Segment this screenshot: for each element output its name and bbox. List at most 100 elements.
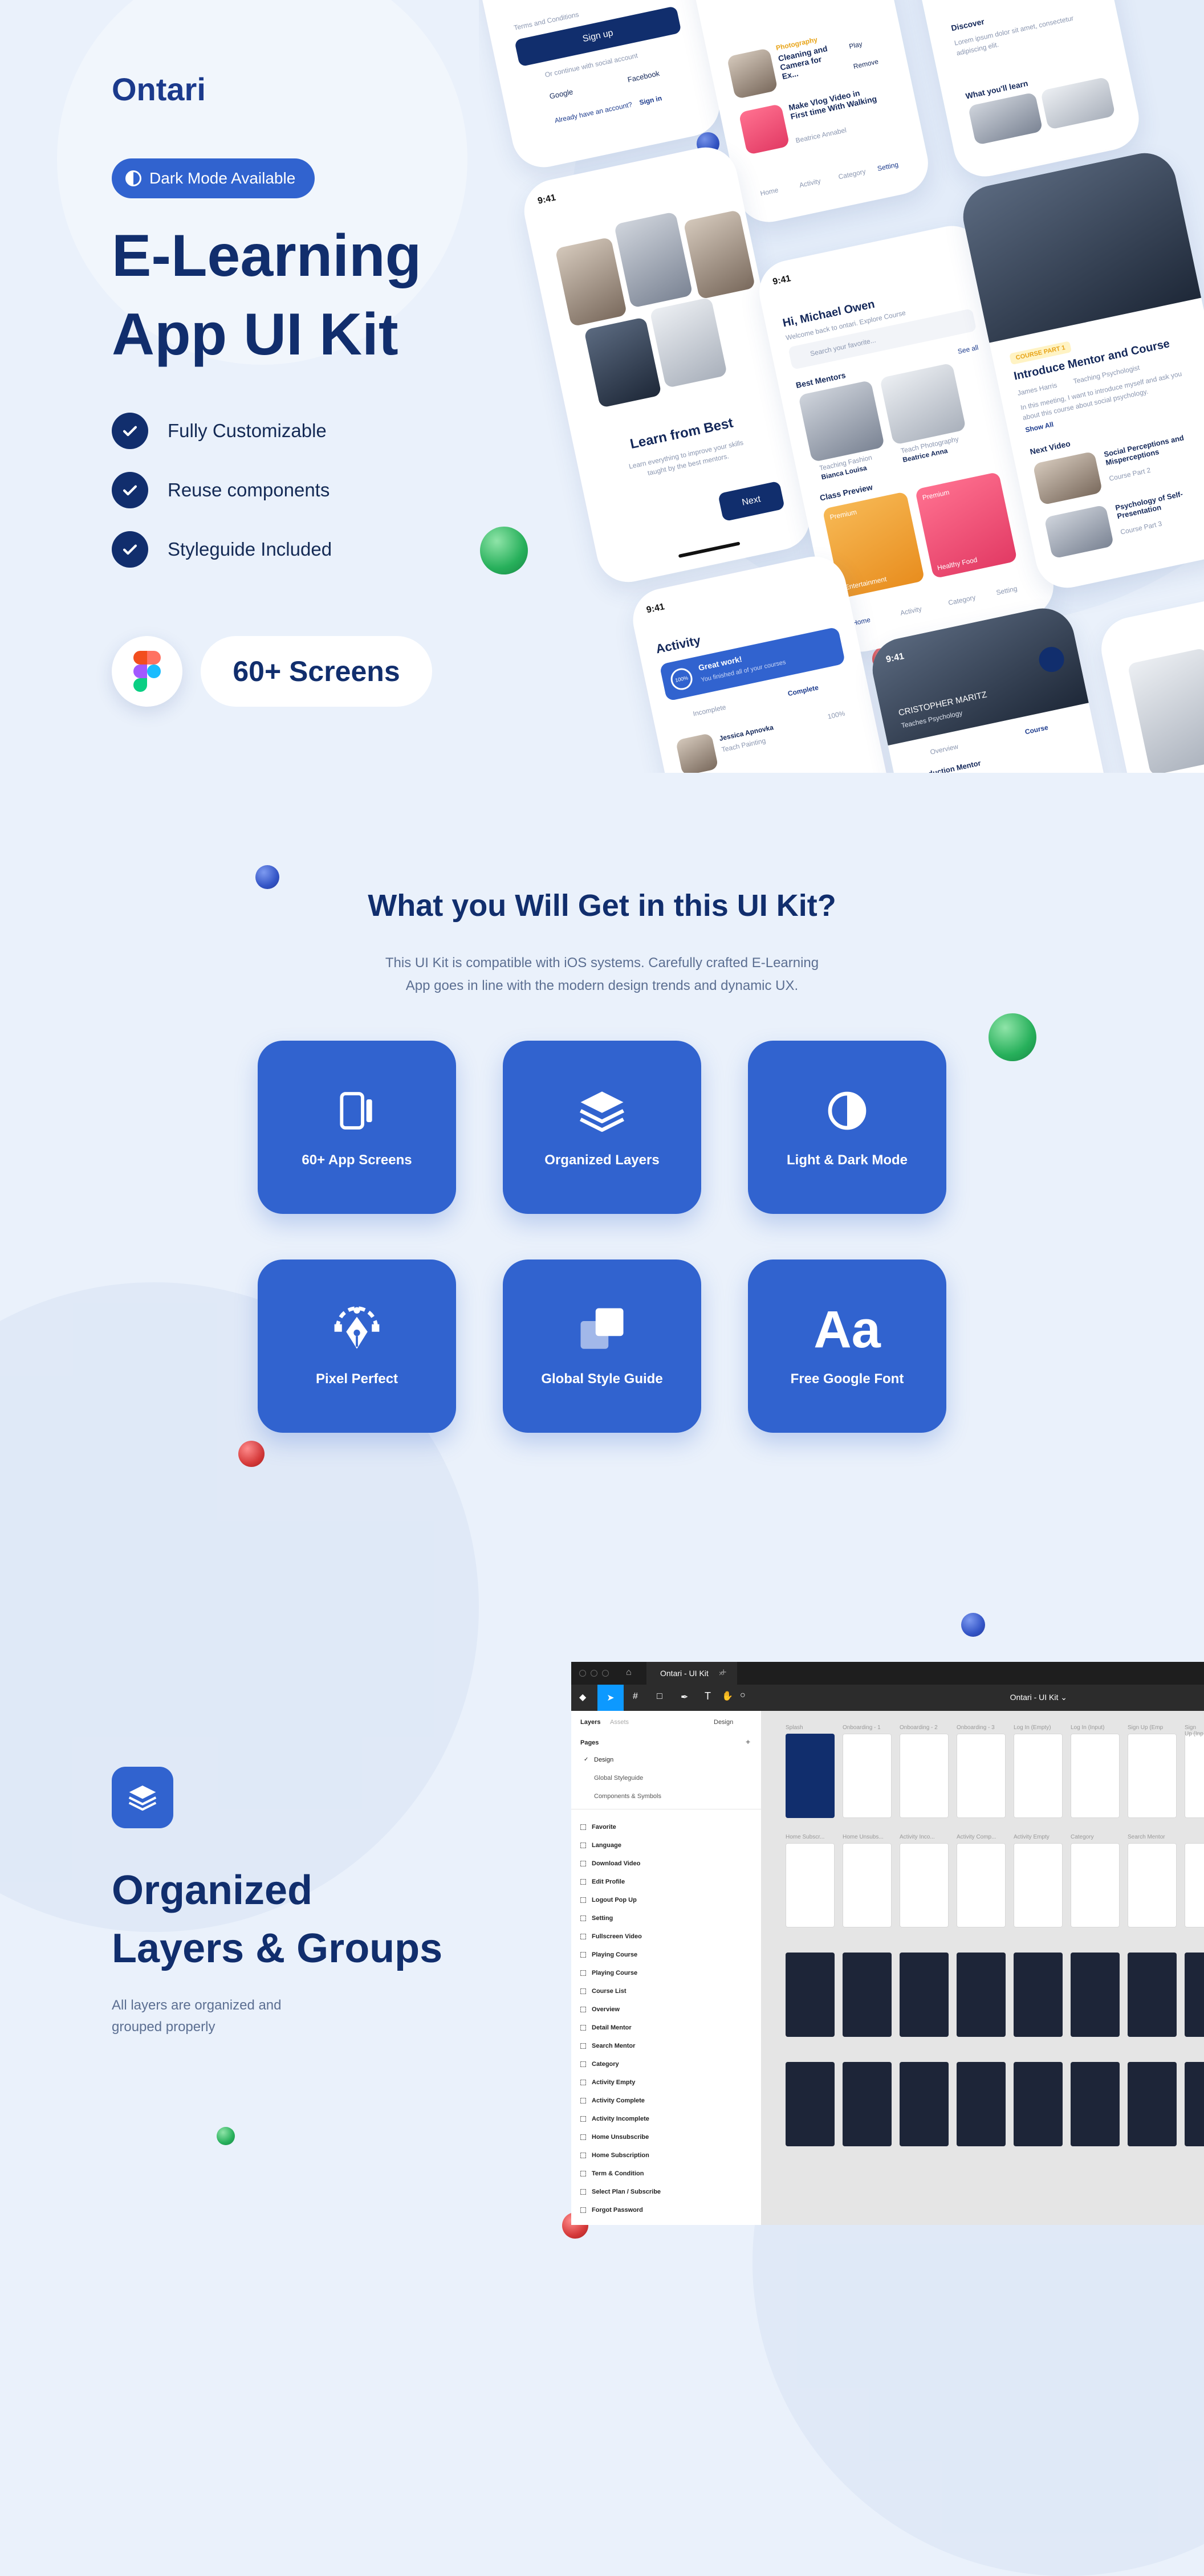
screen-frame[interactable] — [843, 2062, 892, 2146]
screen-frame[interactable] — [900, 1953, 949, 2037]
layer-item[interactable]: Activity Complete — [580, 2097, 645, 2104]
screen-frame[interactable] — [843, 1843, 892, 1927]
facebook-button[interactable]: Facebook — [627, 69, 660, 84]
layer-item[interactable]: Overview — [580, 2006, 620, 2013]
tab-layers[interactable]: Layers — [580, 1719, 600, 1726]
layer-item[interactable]: Term & Condition — [580, 2170, 644, 2177]
pen-tool-icon[interactable]: ✒ — [681, 1691, 688, 1703]
screen-frame[interactable] — [843, 1734, 892, 1818]
layer-item[interactable]: Setting — [580, 1915, 613, 1922]
layer-item[interactable]: Language — [580, 1842, 621, 1849]
layer-item[interactable]: Forgot Password — [580, 2207, 643, 2214]
nav-category[interactable]: Category — [837, 168, 867, 181]
tab-incomplete[interactable]: Incomplete — [692, 703, 726, 718]
text-tool-icon[interactable]: T — [705, 1690, 711, 1702]
screen-frame[interactable] — [1071, 2062, 1120, 2146]
layer-item[interactable]: Logout Pop Up — [580, 1897, 637, 1904]
figma-menu-icon[interactable]: ◆ — [579, 1691, 586, 1703]
screen-frame[interactable] — [1128, 1953, 1177, 2037]
layer-item[interactable]: Detail Mentor — [580, 2024, 632, 2031]
layer-item[interactable]: Fullscreen Video — [580, 1933, 642, 1940]
hand-tool-icon[interactable]: ✋ — [722, 1690, 733, 1702]
screen-frame[interactable] — [1128, 1734, 1177, 1818]
play-option[interactable]: Play — [848, 40, 863, 51]
home-icon[interactable]: ⌂ — [626, 1668, 632, 1678]
screen-frame[interactable] — [786, 1953, 835, 2037]
move-tool-icon[interactable]: ➤ — [597, 1685, 624, 1711]
screen-frame[interactable] — [843, 1953, 892, 2037]
page-item[interactable]: Global Styleguide — [594, 1775, 643, 1782]
file-title[interactable]: Ontari - UI Kit ⌄ — [1010, 1693, 1067, 1702]
tab-course[interactable]: Course — [1024, 723, 1049, 736]
layer-item[interactable]: Favorite — [580, 1824, 616, 1831]
add-page-icon[interactable]: + — [746, 1737, 750, 1746]
screen-frame[interactable] — [1071, 1843, 1120, 1927]
screen-frame[interactable] — [1185, 1953, 1204, 2037]
layer-item[interactable]: Download Video — [580, 1860, 640, 1867]
video-thumb[interactable] — [1044, 504, 1114, 559]
window-maximize-button[interactable] — [602, 1670, 609, 1677]
comment-tool-icon[interactable]: ○ — [740, 1690, 746, 1701]
screen-frame[interactable] — [1014, 2062, 1063, 2146]
tab-assets[interactable]: Assets — [610, 1719, 629, 1726]
video-thumbnail[interactable] — [957, 147, 1202, 343]
tab-complete[interactable]: Complete — [787, 683, 819, 698]
screen-frame[interactable] — [786, 1843, 835, 1927]
screen-frame[interactable] — [957, 2062, 1006, 2146]
nav-activity[interactable]: Activity — [799, 177, 821, 189]
figma-canvas[interactable]: Splash Onboarding - 1 Onboarding - 2 Onboar… — [762, 1711, 1204, 2225]
activity-title: Activity — [654, 633, 702, 657]
screen-frame[interactable] — [786, 1734, 835, 1818]
nav-home[interactable]: Home — [759, 186, 779, 197]
signup-button[interactable]: Sign up — [514, 6, 682, 67]
frame-tool-icon[interactable]: # — [633, 1691, 638, 1702]
page-item[interactable]: Components & Symbols — [594, 1793, 661, 1800]
google-button[interactable]: Google — [548, 87, 573, 100]
layer-item[interactable]: Activity Incomplete — [580, 2116, 649, 2122]
layer-item[interactable]: Category — [580, 2061, 619, 2068]
layer-item[interactable]: Activity Empty — [580, 2079, 635, 2086]
signin-link[interactable]: Sign in — [638, 94, 662, 107]
window-minimize-button[interactable] — [591, 1670, 597, 1677]
window-close-button[interactable] — [579, 1670, 586, 1677]
layer-item[interactable]: Course List — [580, 1988, 627, 1995]
screen-frame[interactable] — [1071, 1734, 1120, 1818]
screen-frame[interactable] — [786, 2062, 835, 2146]
nav-setting[interactable]: Setting — [877, 160, 899, 172]
tab-overview[interactable]: Overview — [929, 743, 959, 756]
layer-item[interactable]: Select Plan / Subscribe — [580, 2188, 661, 2195]
remove-option[interactable]: Remove — [853, 58, 880, 71]
show-all-link[interactable]: Show All — [1024, 420, 1054, 434]
screen-frame[interactable] — [1185, 1734, 1204, 1818]
nav-category[interactable]: Category — [947, 593, 977, 607]
screen-frame[interactable] — [1128, 1843, 1177, 1927]
nav-activity[interactable]: Activity — [900, 605, 922, 617]
screen-frame[interactable] — [1128, 2062, 1177, 2146]
screen-frame[interactable] — [957, 1953, 1006, 2037]
screen-frame[interactable] — [1071, 1953, 1120, 2037]
screen-frame[interactable] — [900, 2062, 949, 2146]
page-item[interactable]: Design — [594, 1756, 613, 1763]
screen-frame[interactable] — [1185, 2062, 1204, 2146]
layer-item[interactable]: Search Mentor — [580, 2043, 635, 2049]
video-thumb[interactable] — [1032, 451, 1103, 506]
new-tab-icon[interactable]: + — [721, 1666, 727, 1678]
nav-setting[interactable]: Setting — [995, 585, 1018, 597]
see-all-link[interactable]: See all — [957, 343, 979, 355]
screen-frame[interactable] — [1014, 1843, 1063, 1927]
screen-frame[interactable] — [1014, 1734, 1063, 1818]
screen-frame[interactable] — [957, 1734, 1006, 1818]
next-button[interactable]: Next — [718, 480, 786, 522]
layer-item[interactable]: Home Subscription — [580, 2152, 649, 2159]
screen-frame[interactable] — [1014, 1953, 1063, 2037]
layer-item[interactable]: Playing Course — [580, 1951, 637, 1958]
screen-frame[interactable] — [900, 1734, 949, 1818]
screen-frame[interactable] — [1185, 1843, 1204, 1927]
layer-item[interactable]: Playing Course — [580, 1970, 637, 1976]
screen-frame[interactable] — [900, 1843, 949, 1927]
layer-item[interactable]: Home Unsubscribe — [580, 2134, 649, 2141]
shape-tool-icon[interactable]: □ — [657, 1691, 662, 1702]
design-mode-select[interactable]: Design — [714, 1719, 733, 1726]
screen-frame[interactable] — [957, 1843, 1006, 1927]
layer-item[interactable]: Edit Profile — [580, 1878, 625, 1885]
